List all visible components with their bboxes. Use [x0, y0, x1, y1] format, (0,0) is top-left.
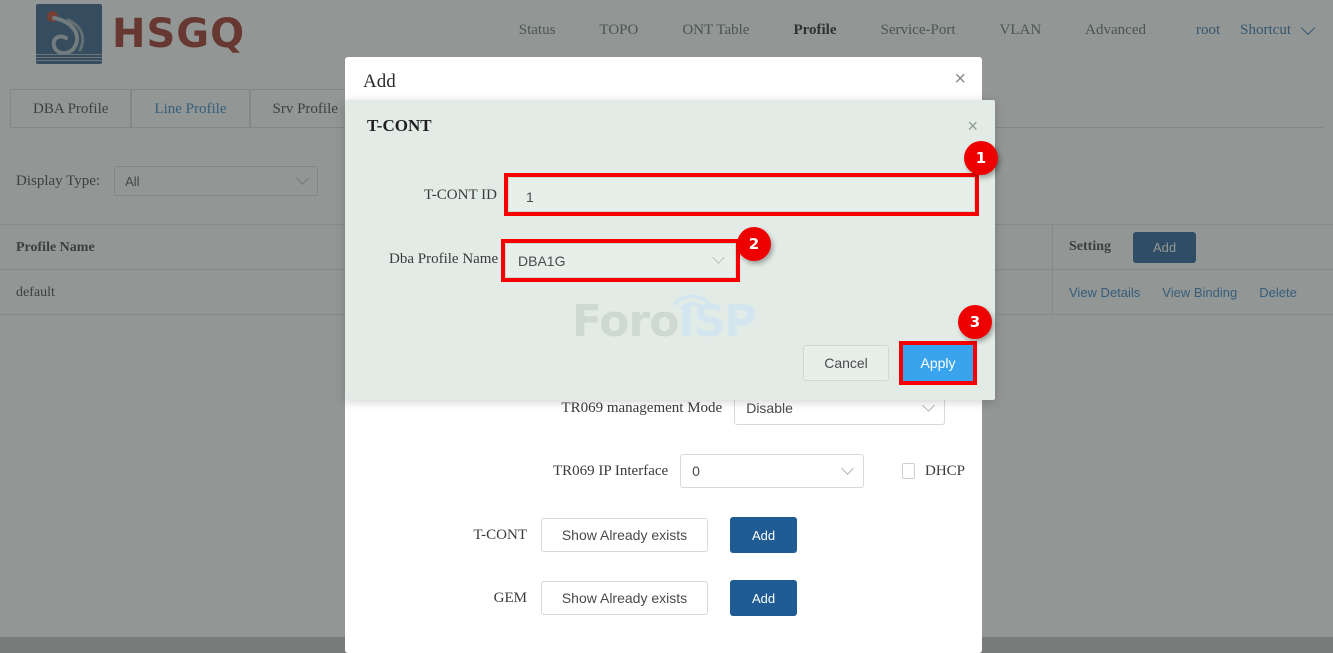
tcont-add-button[interactable]: Add — [730, 517, 798, 553]
foroisp-watermark: ForoISP — [572, 294, 762, 352]
tr069-ip-select[interactable]: 0 — [680, 454, 865, 488]
apply-button-highlight: Apply — [899, 341, 977, 385]
tcont-row-label: T-CONT — [473, 526, 527, 543]
step-badge-1: 1 — [964, 141, 998, 175]
dba-profile-label: Dba Profile Name — [389, 251, 499, 267]
step-badge-3: 3 — [958, 305, 992, 339]
dba-profile-select[interactable]: DBA1G — [501, 239, 740, 282]
step-badge-2: 2 — [737, 227, 771, 261]
close-icon[interactable]: × — [967, 117, 978, 135]
tcont-modal-title: T-CONT — [367, 116, 432, 135]
gem-row-label: GEM — [493, 589, 527, 606]
tr069-ip-label: TR069 IP Interface — [552, 462, 669, 479]
gem-add-button[interactable]: Add — [730, 580, 798, 616]
tcont-id-label: T-CONT ID — [424, 187, 497, 203]
tcont-id-input[interactable]: 1 — [504, 173, 979, 216]
chevron-down-icon — [841, 461, 855, 475]
tcont-show-exists-button[interactable]: Show Already exists — [541, 518, 708, 552]
dba-profile-row: Dba Profile Name — [389, 251, 498, 268]
tcont-id-row: T-CONT ID — [424, 187, 497, 204]
app-page: HSGQ Status TOPO ONT Table Profile Servi… — [0, 0, 1333, 653]
tr069-mode-label: TR069 management Mode — [561, 399, 723, 416]
tcont-id-input-inner — [508, 177, 975, 212]
cancel-button[interactable]: Cancel — [803, 345, 889, 381]
watermark-part1: Foro — [572, 296, 679, 347]
gem-show-exists-button[interactable]: Show Already exists — [541, 581, 708, 615]
tcont-id-value: 1 — [526, 189, 534, 205]
dba-profile-select-inner: DBA1G — [505, 243, 736, 278]
tr069-ip-value: 0 — [692, 463, 700, 479]
dba-profile-value: DBA1G — [518, 252, 566, 269]
dhcp-label: DHCP — [924, 462, 965, 479]
close-icon[interactable]: × — [954, 69, 966, 89]
tr069-mode-value: Disable — [746, 400, 793, 416]
dhcp-checkbox[interactable] — [902, 463, 915, 479]
apply-button[interactable]: Apply — [903, 345, 973, 381]
chevron-down-icon — [712, 251, 725, 264]
add-modal-title: Add — [363, 71, 396, 92]
wifi-icon — [673, 294, 711, 310]
chevron-down-icon — [922, 398, 935, 412]
